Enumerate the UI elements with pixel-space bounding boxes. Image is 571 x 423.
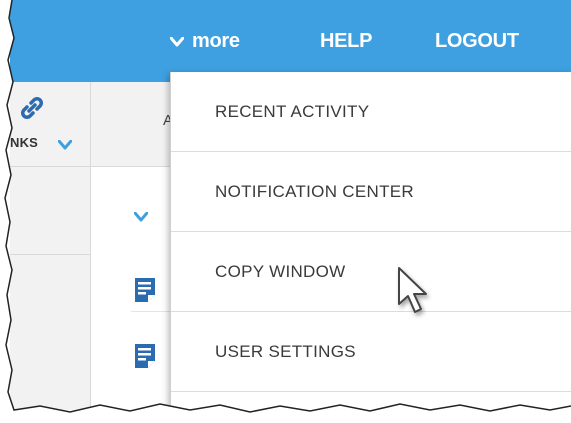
screenshot-canvas: more HELP LOGOUT NKS A RECENT ACTIVITY N… [0,0,571,423]
torn-edge-frame [0,0,571,423]
